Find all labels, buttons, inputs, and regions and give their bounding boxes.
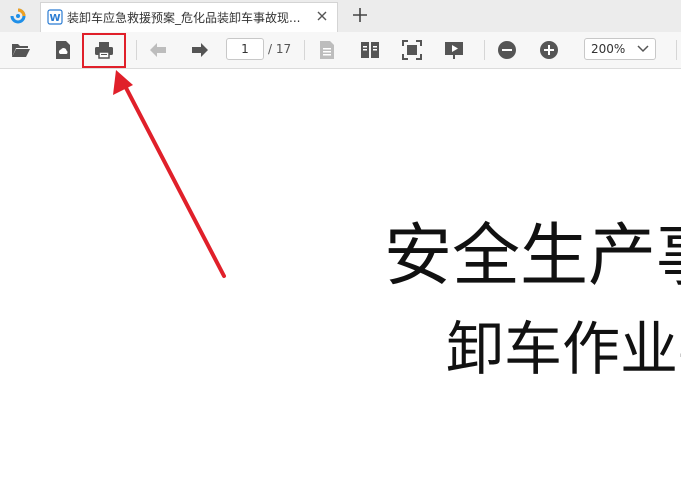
annotation-arrow <box>113 70 226 278</box>
